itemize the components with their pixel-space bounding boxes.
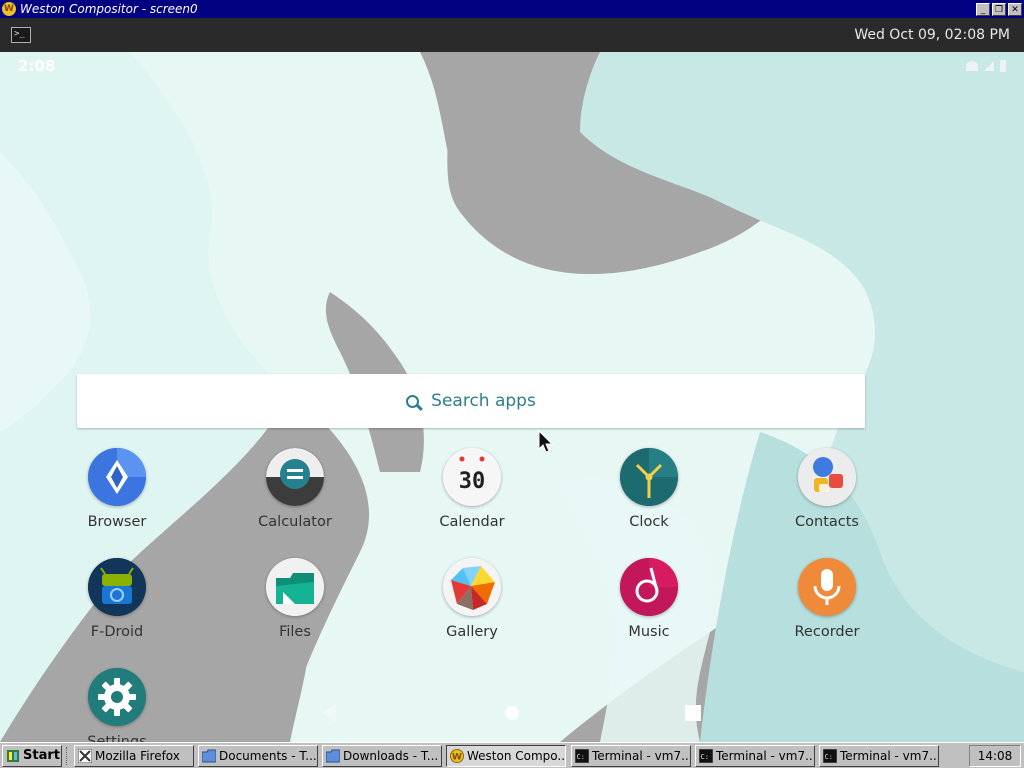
task-documents[interactable]: Documents - T... — [198, 745, 318, 767]
start-button[interactable]: Start — [2, 745, 62, 767]
task-terminal-1[interactable]: C: Terminal - vm7... — [571, 745, 691, 767]
terminal-icon: C: — [699, 749, 713, 763]
folder-icon — [202, 749, 216, 763]
status-bar-icons — [966, 60, 1006, 72]
window-titlebar[interactable]: W Weston Compositor - screen0 _ ❐ ✕ — [0, 0, 1024, 18]
app-label: Calendar — [439, 514, 505, 530]
app-calculator[interactable]: Calculator — [230, 448, 360, 530]
minimize-button[interactable]: _ — [976, 2, 990, 16]
battery-icon — [1000, 60, 1006, 72]
task-firefox[interactable]: Mozilla Firefox — [74, 745, 194, 767]
terminal-launcher-icon[interactable]: >_ — [11, 27, 31, 43]
app-contacts[interactable]: Contacts — [762, 448, 892, 530]
weston-icon: W — [450, 749, 464, 763]
task-downloads[interactable]: Downloads - T... — [322, 745, 442, 767]
app-label: Recorder — [794, 624, 860, 640]
calculator-icon — [266, 448, 324, 506]
weston-panel: >_ Wed Oct 09, 02:08 PM — [0, 18, 1024, 52]
task-label: Weston Compo... — [467, 749, 566, 763]
window-title: Weston Compositor - screen0 — [20, 2, 198, 16]
folder-icon — [326, 749, 340, 763]
maximize-button[interactable]: ❐ — [992, 2, 1006, 16]
nav-back-button[interactable] — [322, 704, 336, 722]
browser-icon — [88, 448, 146, 506]
taskbar: Start Mozilla Firefox Documents - T... D… — [0, 742, 1024, 768]
app-browser[interactable]: Browser — [52, 448, 182, 530]
app-music[interactable]: Music — [584, 558, 714, 640]
weston-app-icon: W — [2, 2, 16, 16]
panel-clock: Wed Oct 09, 02:08 PM — [854, 27, 1010, 43]
nav-recents-button[interactable] — [685, 705, 701, 721]
calendar-day-number: 30 — [459, 469, 486, 494]
app-calendar[interactable]: 30 Calendar — [407, 448, 537, 530]
app-label: F-Droid — [90, 624, 144, 640]
search-apps-bar[interactable]: Search apps — [77, 374, 865, 428]
app-files[interactable]: Files — [230, 558, 360, 640]
calendar-icon: 30 — [443, 448, 501, 506]
app-label: Music — [628, 624, 670, 640]
task-label: Downloads - T... — [343, 749, 439, 763]
app-label: Browser — [87, 514, 147, 530]
app-label: Clock — [629, 514, 669, 530]
app-gallery[interactable]: Gallery — [407, 558, 537, 640]
status-bar-time: 2:08 — [18, 57, 56, 75]
android-screen[interactable]: 2:08 Search apps Browser Calculator 30 C… — [0, 52, 1024, 742]
files-icon — [266, 558, 324, 616]
start-label: Start — [23, 748, 60, 763]
app-label: Contacts — [795, 514, 859, 530]
app-label: Gallery — [446, 624, 498, 640]
gallery-icon — [443, 558, 501, 616]
tray-clock: 14:08 — [969, 745, 1021, 767]
start-menu-icon — [7, 750, 19, 762]
svg-text:C:: C: — [701, 753, 709, 761]
task-label: Documents - T... — [219, 749, 317, 763]
task-label: Mozilla Firefox — [95, 749, 180, 763]
terminal-icon: C: — [823, 749, 837, 763]
svg-text:C:: C: — [577, 753, 585, 761]
taskbar-separator — [66, 747, 69, 765]
task-terminal-3[interactable]: C: Terminal - vm7... — [819, 745, 939, 767]
app-fdroid[interactable]: F-Droid — [52, 558, 182, 640]
app-settings[interactable]: Settings — [52, 668, 182, 742]
app-clock[interactable]: Clock — [584, 448, 714, 530]
app-label: Files — [279, 624, 311, 640]
clock-icon — [620, 448, 678, 506]
svg-text:W: W — [452, 753, 462, 763]
app-recorder[interactable]: Recorder — [762, 558, 892, 640]
music-icon — [620, 558, 678, 616]
task-terminal-2[interactable]: C: Terminal - vm7... — [695, 745, 815, 767]
contacts-icon — [798, 448, 856, 506]
task-label: Terminal - vm7... — [840, 749, 939, 763]
search-apps-placeholder: Search apps — [431, 391, 536, 411]
settings-icon — [88, 668, 146, 726]
task-label: Terminal - vm7... — [716, 749, 815, 763]
recorder-icon — [798, 558, 856, 616]
terminal-icon: C: — [575, 749, 589, 763]
nav-home-button[interactable] — [505, 706, 519, 720]
signal-icon — [984, 61, 994, 71]
task-weston-compositor[interactable]: W Weston Compo... — [446, 745, 566, 767]
fdroid-icon — [88, 558, 146, 616]
wifi-icon — [966, 61, 978, 71]
app-label: Calculator — [258, 514, 332, 530]
svg-text:C:: C: — [825, 753, 833, 761]
firefox-icon — [78, 749, 92, 763]
mouse-cursor-icon — [538, 430, 554, 453]
task-label: Terminal - vm7... — [592, 749, 691, 763]
close-button[interactable]: ✕ — [1008, 2, 1022, 16]
app-label: Settings — [87, 734, 147, 742]
search-icon — [406, 394, 420, 408]
